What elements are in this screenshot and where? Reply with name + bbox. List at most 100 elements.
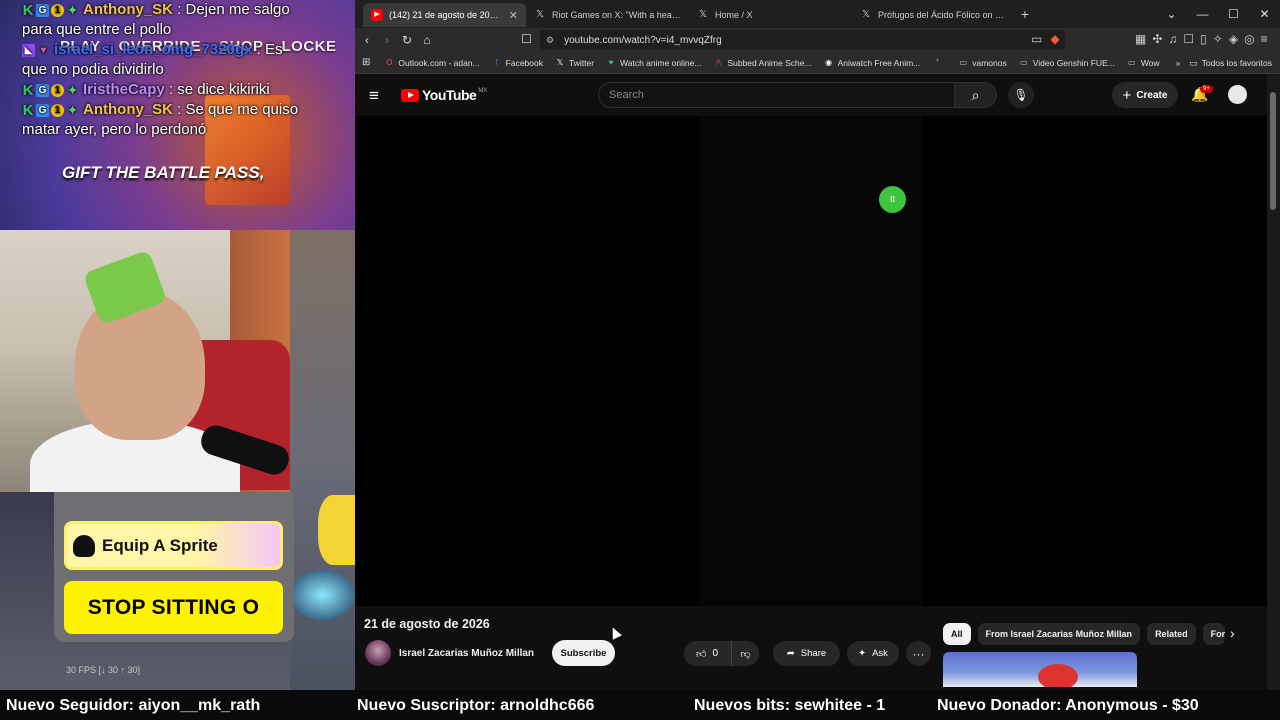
- chevron-right-icon[interactable]: ›: [1230, 625, 1235, 641]
- badge-g-icon: G: [36, 83, 49, 97]
- channel-name[interactable]: Israel Zacarias Muñoz Millan: [399, 648, 534, 659]
- stream-overlay: PLAY OVERRIDE SHOP LOCKE GIFT THE BATTLE…: [0, 0, 355, 690]
- search-input[interactable]: Search: [598, 82, 955, 108]
- bookmarks-bar: ⊞ O Outlook.com - adan... f Facebook 𝕏 Twitte…: [355, 52, 1280, 74]
- more-bookmarks-icon[interactable]: »: [1170, 58, 1187, 68]
- subscribe-button[interactable]: Subscribe: [552, 640, 615, 666]
- close-window-icon[interactable]: ✕: [1249, 7, 1280, 21]
- brave-shield-icon[interactable]: ◆: [1050, 32, 1059, 46]
- bookmark-item[interactable]: ◉ Aniwatch Free Anim...: [818, 58, 927, 68]
- folder-icon: ▭: [1128, 57, 1136, 67]
- search-button[interactable]: ⌕: [955, 82, 997, 108]
- chip-all[interactable]: All: [943, 623, 971, 645]
- chat-username: israel_si_leon_omg_7320gx: [54, 41, 253, 58]
- extension-1-icon[interactable]: ▦: [1135, 32, 1146, 46]
- badge-tw-icon: ◣: [22, 43, 35, 57]
- bookmark-item[interactable]: O Outlook.com - adan...: [378, 58, 485, 68]
- browser-tab[interactable]: ▶ (142) 21 de agosto de 2026 - Yo ✕: [363, 3, 526, 27]
- browser-tab[interactable]: 𝕏 Prófugos del Ácido Fólico on X: "De: [852, 3, 1015, 27]
- bookmark-icon[interactable]: ☐: [521, 32, 532, 46]
- video-player[interactable]: II: [355, 116, 1267, 606]
- share-button[interactable]: ➦ Share: [773, 641, 840, 666]
- ticker-follower: Nuevo Seguidor: aiyon__mk_rath: [6, 697, 261, 714]
- bookmark-item[interactable]: ♥ Watch anime online...: [600, 58, 707, 68]
- minimize-icon[interactable]: —: [1187, 7, 1218, 21]
- scrollbar-thumb[interactable]: [1270, 92, 1276, 210]
- share-label: Share: [800, 648, 827, 659]
- wallet-icon[interactable]: ◎: [1244, 32, 1254, 46]
- x-icon: 𝕏: [535, 9, 545, 20]
- vpn-icon[interactable]: ◈: [1229, 32, 1238, 46]
- ticker-bits: Nuevos bits: sewhitee - 1: [694, 697, 886, 714]
- facebook-icon: f: [495, 57, 498, 67]
- media-icon[interactable]: ♫: [1168, 32, 1177, 46]
- home-icon[interactable]: ⌂: [417, 33, 437, 47]
- browser-menu-icon[interactable]: ≡: [1261, 32, 1268, 46]
- new-tab-icon[interactable]: +: [1015, 6, 1035, 22]
- bookmark-item[interactable]: ▭ Wow: [1121, 58, 1166, 68]
- sparkle-icon: ✦: [858, 648, 867, 659]
- chat-text: : se dice kikiriki: [164, 81, 270, 98]
- bookmark-item[interactable]: ▭ vamonos: [952, 58, 1013, 68]
- create-button[interactable]: + Create: [1112, 82, 1178, 108]
- equip-sprite-button[interactable]: Equip A Sprite: [64, 521, 283, 570]
- chat-message: K G 1 ✦ Anthony_SK : Dejen me salgo para que…: [22, 0, 300, 40]
- create-label: Create: [1136, 89, 1168, 101]
- all-bookmarks[interactable]: ▭ Todos los favoritos: [1189, 52, 1280, 74]
- bookmark-item[interactable]: ᐪ: [926, 58, 952, 68]
- chat-username: Anthony_SK: [83, 1, 173, 18]
- chip-from-channel[interactable]: From Israel Zacarias Muñoz Millan: [977, 623, 1141, 645]
- browser-tab[interactable]: 𝕏 Riot Games on X: "With a heavy hear: [526, 3, 689, 27]
- ask-button[interactable]: ✦ Ask: [847, 641, 899, 666]
- chat-badges: K G 1 ✦: [22, 83, 79, 98]
- more-actions-button[interactable]: ···: [906, 641, 931, 666]
- recommended-video-thumbnail[interactable]: [943, 652, 1137, 687]
- stop-sitting-button[interactable]: STOP SITTING O: [64, 581, 283, 634]
- page-scrollbar[interactable]: [1267, 74, 1280, 690]
- chat-username: Anthony_SK: [83, 101, 173, 118]
- apps-icon[interactable]: ⊞: [355, 57, 378, 68]
- cast-icon[interactable]: ▭: [1031, 32, 1042, 46]
- close-tab-icon[interactable]: ✕: [509, 9, 518, 22]
- reload-icon[interactable]: ↻: [397, 33, 417, 47]
- bookmark-item[interactable]: A Subbed Anime Sche...: [707, 58, 817, 68]
- like-button[interactable]: 👍︎ 0: [684, 641, 732, 666]
- browser-tab[interactable]: 𝕏 Home / X: [689, 3, 852, 27]
- url-field[interactable]: ⚙ youtube.com/watch?v=i4_mvvqZfrg: [540, 30, 1065, 50]
- game-pad-glow: [290, 570, 355, 620]
- account-avatar[interactable]: [1228, 85, 1247, 104]
- tab-list-icon[interactable]: ⌄: [1156, 7, 1187, 21]
- back-icon[interactable]: ‹: [357, 33, 377, 47]
- bookmark-item[interactable]: f Facebook: [486, 58, 549, 68]
- site-info-icon[interactable]: ⚙: [546, 35, 554, 46]
- fps-counter: 30 FPS [↓ 30 ↑ 30]: [66, 665, 141, 675]
- bookmark-label: Wow: [1140, 57, 1160, 68]
- chat-badges: ◣ ♥: [22, 43, 50, 57]
- like-count: 0: [712, 648, 719, 659]
- sidebar-icon[interactable]: ▯: [1200, 32, 1207, 46]
- webcam-feed: [0, 230, 290, 492]
- ai-icon[interactable]: ✧: [1213, 32, 1223, 46]
- hamburger-menu-icon[interactable]: ≡: [369, 86, 379, 106]
- window-controls: ⌄ — ☐ ✕: [1156, 0, 1280, 28]
- x-icon: 𝕏: [698, 9, 708, 20]
- dislike-button[interactable]: 👎︎: [732, 648, 759, 660]
- reading-list-icon[interactable]: ☐: [1183, 32, 1194, 46]
- tab-bar: ▶ (142) 21 de agosto de 2026 - Yo ✕ 𝕏 Riot G…: [355, 0, 1280, 28]
- chat-message: K G 1 ✦ Anthony_SK : Se que me quiso matar a…: [22, 100, 300, 140]
- chip-for-you[interactable]: For: [1202, 623, 1225, 645]
- badge-g-icon: G: [36, 103, 49, 117]
- channel-avatar[interactable]: [365, 640, 391, 666]
- chat-badges: K G 1 ✦: [22, 101, 79, 118]
- forward-icon[interactable]: ›: [377, 33, 397, 47]
- bookmark-label: Video Genshin FUE...: [1032, 57, 1115, 68]
- badge-s-icon: ✦: [66, 101, 79, 118]
- bookmark-item[interactable]: 𝕏 Twitter: [549, 58, 600, 68]
- thumbnail-art: [1038, 664, 1078, 687]
- bookmark-item[interactable]: ▭ Video Genshin FUE...: [1013, 58, 1121, 68]
- voice-search-button[interactable]: 🎙: [1008, 82, 1034, 108]
- chip-related[interactable]: Related: [1147, 623, 1196, 645]
- youtube-logo[interactable]: YouTube MX: [401, 87, 487, 103]
- maximize-icon[interactable]: ☐: [1218, 7, 1249, 21]
- extensions-puzzle-icon[interactable]: ✣: [1152, 32, 1162, 46]
